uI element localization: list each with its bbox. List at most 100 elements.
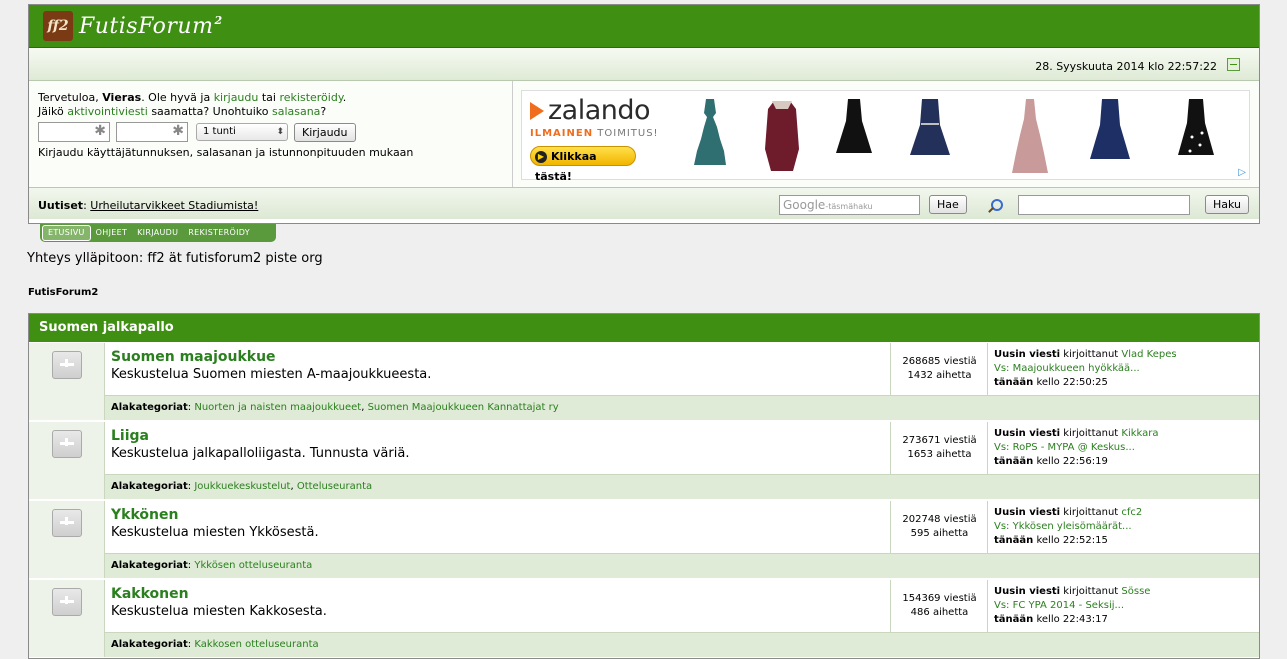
google-search-input[interactable]: Google-täsmähaku: [779, 195, 920, 215]
ad-free: ILMAINEN: [530, 128, 594, 139]
board-title[interactable]: Ykkönen: [111, 507, 178, 523]
session-length-select[interactable]: 1 tunti: [196, 123, 288, 141]
header: ff2 FutisForum2 28. Syyskuuta 2014 klo 2…: [28, 4, 1260, 224]
last-post-day: tänään: [994, 535, 1034, 546]
last-post-label: Uusin viesti: [994, 507, 1061, 518]
missed-text: Jäikö: [38, 105, 64, 118]
subcategory-link[interactable]: Suomen Maajoukkueen Kannattajat ry: [368, 402, 559, 413]
by-text: kirjoittanut: [1063, 349, 1119, 360]
last-post-user[interactable]: cfc2: [1121, 507, 1142, 518]
required-asterisk-icon: ✱: [172, 123, 184, 139]
login-link[interactable]: kirjaudu: [214, 91, 259, 104]
board-last-post: Uusin viesti kirjoittanut Vlad Kepes Vs:…: [989, 343, 1259, 395]
tab-kirjaudu[interactable]: KIRJAUDU: [132, 226, 183, 240]
activation-line: Jäikö aktivointiviesti saamatta? Unohtui…: [38, 105, 508, 119]
board-title[interactable]: Suomen maajoukkue: [111, 349, 276, 365]
subcategory-link[interactable]: Nuorten ja naisten maajoukkueet: [194, 402, 361, 413]
board-topics: 1653 aihetta: [907, 449, 972, 460]
last-post-topic[interactable]: Vs: Ykkösen yleisömäärät...: [994, 521, 1132, 532]
last-post-topic[interactable]: Vs: FC YPA 2014 - Seksij...: [994, 600, 1124, 611]
last-post-user[interactable]: Kikkara: [1121, 428, 1158, 439]
dress-blue-icon: [1090, 99, 1130, 159]
last-post-user[interactable]: Vlad Kepes: [1121, 349, 1176, 360]
board-title[interactable]: Kakkonen: [111, 586, 189, 602]
banner: ff2 FutisForum2: [29, 5, 1259, 48]
login-hint: Kirjaudu käyttäjätunnuksen, salasanan ja…: [38, 146, 414, 159]
board-row: Suomen maajoukkue Keskustelua Suomen mie…: [29, 342, 1259, 421]
board-status-icon: [52, 351, 82, 379]
forum-search-button[interactable]: Haku: [1205, 195, 1250, 214]
activation-link[interactable]: aktivointiviesti: [67, 105, 148, 118]
subcategory-link[interactable]: Otteluseuranta: [297, 481, 372, 492]
adchoices-icon[interactable]: ▷: [1238, 167, 1246, 178]
by-text: kirjoittanut: [1063, 428, 1119, 439]
guest-name: Vieras: [102, 91, 142, 104]
board-posts: 273671 viestiä: [902, 435, 977, 446]
login-button[interactable]: Kirjaudu: [294, 122, 356, 142]
last-post-time: kello 22:43:17: [1036, 614, 1108, 625]
board-last-post: Uusin viesti kirjoittanut cfc2 Vs: Ykkös…: [989, 501, 1259, 553]
dress-pink-icon: [1012, 99, 1048, 173]
coat-burgundy-icon: [765, 101, 799, 171]
register-link[interactable]: rekisteröidy: [279, 91, 342, 104]
subcategories-label: Alakategoriat: [111, 402, 188, 413]
last-post-topic[interactable]: Vs: RoPS - MYPA @ Keskus...: [994, 442, 1135, 453]
tab-rekisteroidy[interactable]: REKISTERÖIDY: [183, 226, 255, 240]
subcategory-link[interactable]: Ykkösen otteluseuranta: [194, 560, 312, 571]
ad-delivery: TOIMITUS!: [597, 128, 659, 139]
tab-ohjeet[interactable]: OHJEET: [91, 226, 132, 240]
ad-brand: zalando: [548, 95, 651, 126]
board-subcategories: Alakategoriat: Kakkosen otteluseuranta: [105, 632, 1259, 657]
main-tabs: ETUSIVU OHJEET KIRJAUDU REKISTERÖIDY: [40, 224, 276, 242]
forum-name: FutisForum2: [28, 287, 99, 298]
last-post-day: tänään: [994, 456, 1034, 467]
board-topics: 486 aihetta: [910, 607, 969, 618]
google-search-button[interactable]: Hae: [929, 195, 967, 214]
board-subcategories: Alakategoriat: Ykkösen otteluseuranta: [105, 553, 1259, 578]
subcategories-label: Alakategoriat: [111, 481, 188, 492]
logo-badge: ff2: [43, 11, 73, 41]
subcategory-link[interactable]: Joukkuekeskustelut: [194, 481, 290, 492]
ad-cta-button[interactable]: ▶ Klikkaa tästä!: [530, 146, 636, 183]
welcome-text: Tervetuloa,: [38, 91, 99, 104]
password-input[interactable]: ✱: [116, 122, 188, 142]
logo-text: FutisForum: [79, 13, 214, 39]
play-icon: ▶: [535, 151, 547, 163]
board-subcategories: Alakategoriat: Joukkuekeskustelut, Ottel…: [105, 474, 1259, 499]
tab-etusivu[interactable]: ETUSIVU: [42, 225, 91, 241]
site-logo[interactable]: ff2 FutisForum2: [43, 11, 223, 41]
last-post-label: Uusin viesti: [994, 586, 1061, 597]
question-mark: ?: [320, 105, 327, 118]
board-status-icon: [52, 430, 82, 458]
board-description: Keskustelua jalkapalloliigasta. Tunnusta…: [111, 446, 410, 461]
zalando-ad[interactable]: zalando ILMAINEN TOIMITUS! ▶ Klikkaa täst…: [521, 90, 1250, 183]
username-input[interactable]: ✱: [38, 122, 110, 142]
forum-search-input[interactable]: [1018, 195, 1190, 215]
board-title[interactable]: Liiga: [111, 428, 149, 444]
news-link[interactable]: Urheilutarvikkeet Stadiumista!: [90, 199, 258, 212]
password-link[interactable]: salasana: [272, 105, 320, 118]
last-post-day: tänään: [994, 377, 1034, 388]
search-icon: [991, 199, 1003, 211]
google-label: Google: [783, 198, 826, 212]
last-post-label: Uusin viesti: [994, 349, 1061, 360]
last-post-user[interactable]: Sösse: [1121, 586, 1150, 597]
board-posts: 154369 viestiä: [902, 593, 977, 604]
board-posts: 268685 viestiä: [902, 356, 977, 367]
board-description: Keskustelua miesten Kakkosesta.: [111, 604, 327, 619]
zalando-logo-icon: [530, 101, 544, 120]
collapse-icon[interactable]: [1227, 58, 1240, 71]
last-post-label: Uusin viesti: [994, 428, 1061, 439]
ad-brand-block: zalando ILMAINEN TOIMITUS! ▶ Klikkaa täst…: [530, 95, 659, 183]
last-post-time: kello 22:56:19: [1036, 456, 1108, 467]
user-panel: Tervetuloa, Vieras. Ole hyvä ja kirjaudu…: [29, 81, 1259, 188]
last-post-time: kello 22:52:15: [1036, 535, 1108, 546]
subcategory-link[interactable]: Kakkosen otteluseuranta: [194, 639, 318, 650]
last-post-topic[interactable]: Vs: Maajoukkueen hyökkää...: [994, 363, 1140, 374]
subcategories-label: Alakategoriat: [111, 560, 188, 571]
category-suomen-jalkapallo: Suomen jalkapallo Suomen maajoukkue Kesk…: [28, 313, 1260, 659]
google-hint: -täsmähaku: [825, 202, 873, 211]
forgot-text: saamatta? Unohtuiko: [151, 105, 269, 118]
welcome-line: Tervetuloa, Vieras. Ole hyvä ja kirjaudu…: [38, 91, 508, 105]
category-title[interactable]: Suomen jalkapallo: [29, 314, 1259, 342]
